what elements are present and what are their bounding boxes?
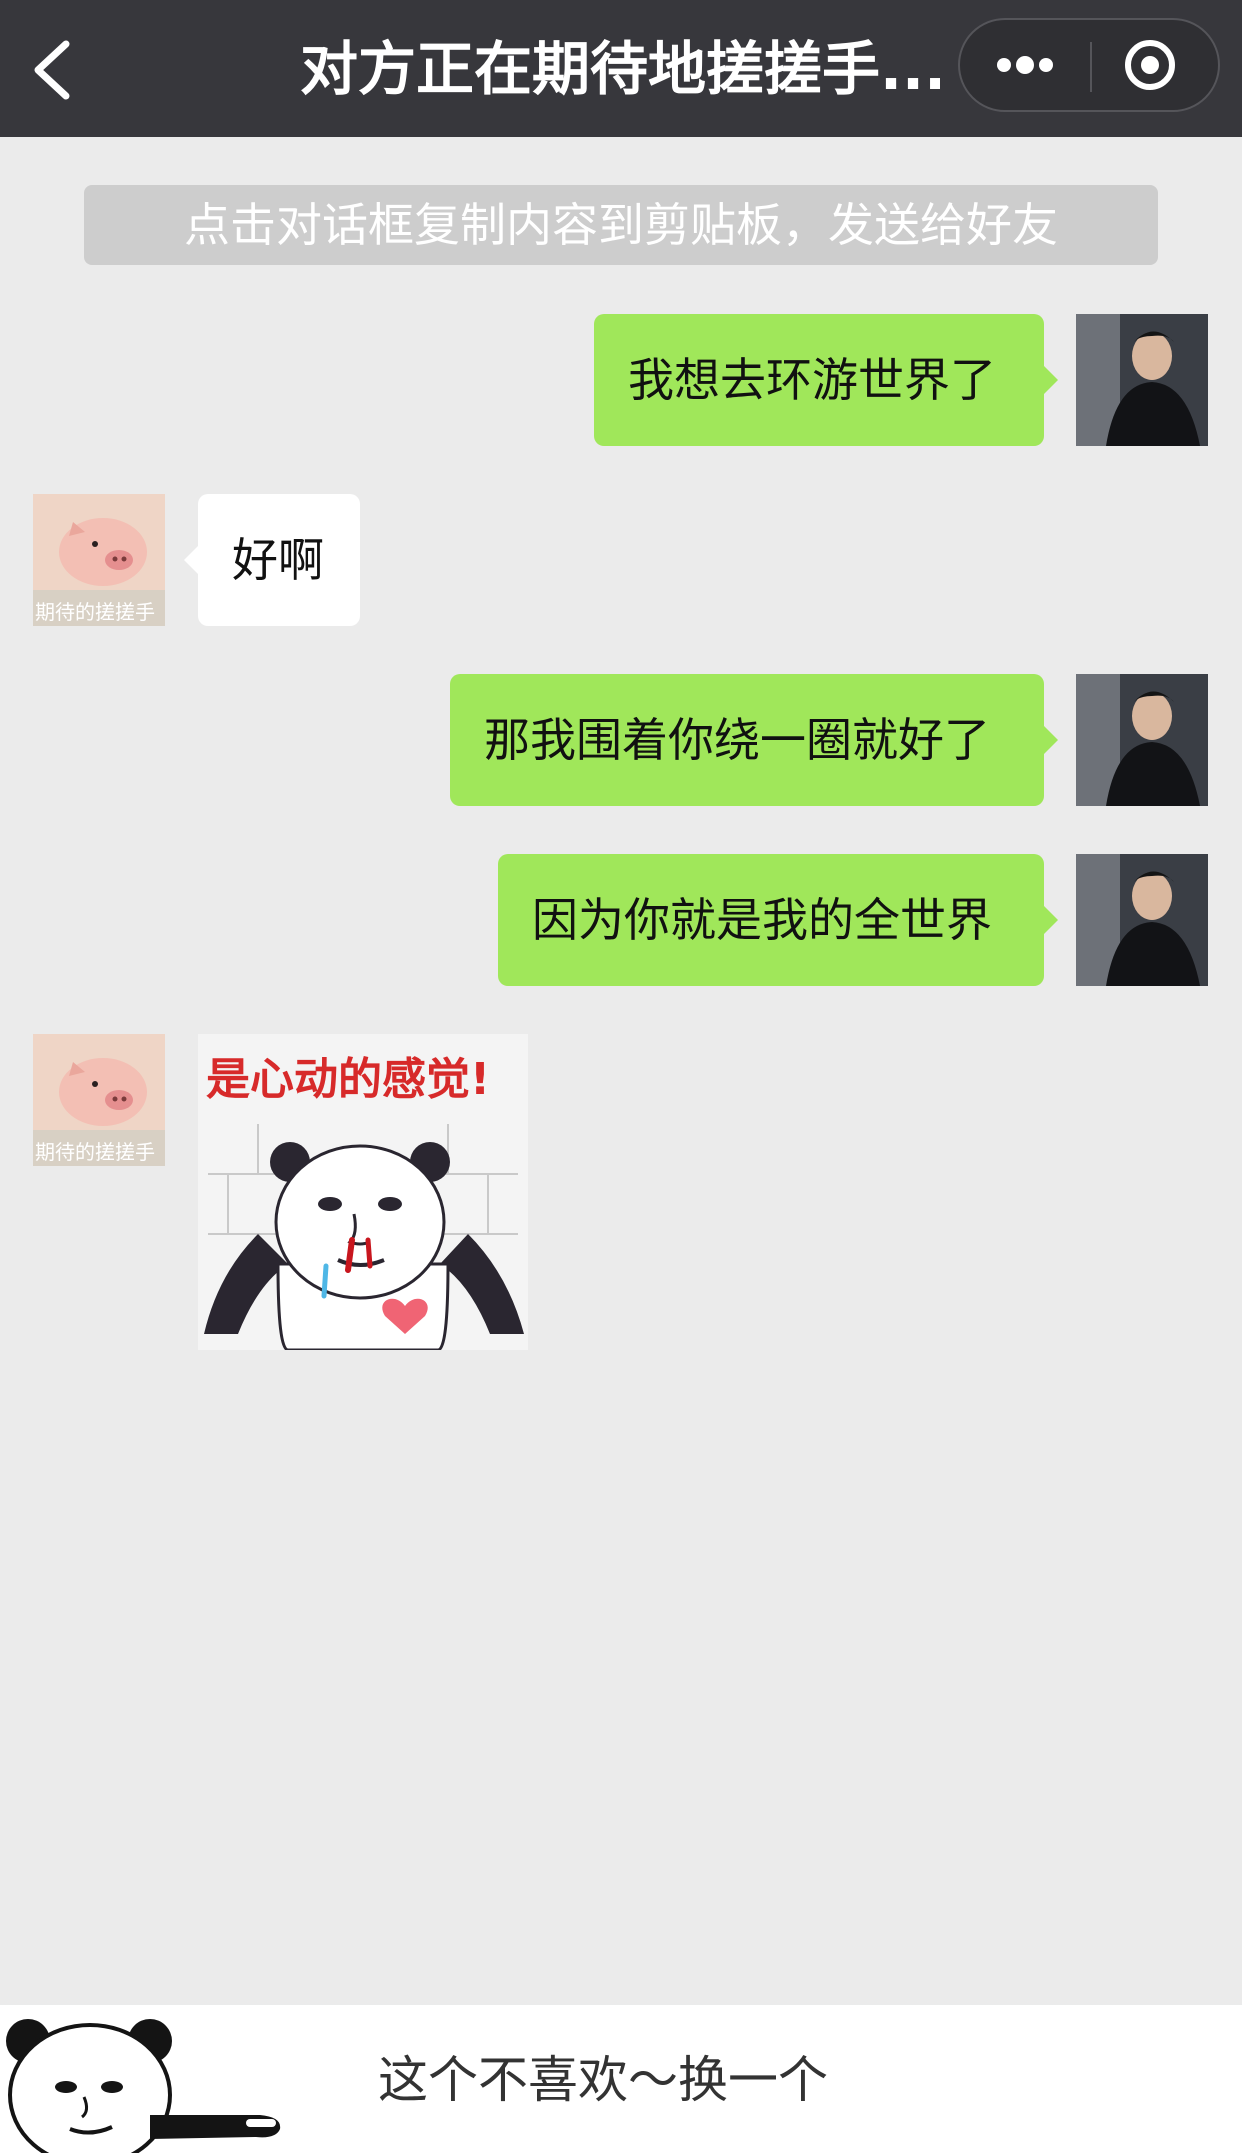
copy-tip-banner: 点击对话框复制内容到剪贴板，发送给好友 bbox=[84, 185, 1158, 265]
change-sticker-bar[interactable]: 这个不喜欢～换一个 bbox=[0, 2005, 1242, 2153]
chat-bubble-friend[interactable]: 好啊 bbox=[184, 494, 360, 626]
friend-avatar[interactable]: 期待的搓搓手 bbox=[33, 494, 165, 626]
avatar-watermark: 期待的搓搓手 bbox=[35, 1140, 155, 1164]
man-portrait-icon bbox=[1076, 854, 1208, 986]
mini-program-capsule bbox=[958, 18, 1220, 112]
page-title: 对方正在期待地搓搓手... bbox=[300, 35, 940, 103]
avatar-watermark: 期待的搓搓手 bbox=[35, 600, 155, 624]
sticker-caption: 是心动的感觉! bbox=[206, 1054, 491, 1105]
chat-bubble-self[interactable]: 那我围着你绕一圈就好了 bbox=[450, 674, 1058, 806]
chat-bubble-self[interactable]: 我想去环游世界了 bbox=[594, 314, 1058, 446]
record-circle-icon bbox=[1125, 40, 1175, 90]
pointing-panda-icon bbox=[6, 2019, 281, 2153]
chevron-left-icon bbox=[34, 40, 70, 100]
back-button[interactable] bbox=[20, 30, 90, 110]
chat-bubble-self[interactable]: 因为你就是我的全世界 bbox=[498, 854, 1058, 986]
more-dots-icon bbox=[997, 56, 1053, 74]
man-portrait-icon bbox=[1076, 314, 1208, 446]
close-button[interactable] bbox=[1092, 20, 1218, 110]
message-text: 我想去环游世界了 bbox=[628, 353, 996, 407]
more-button[interactable] bbox=[960, 20, 1090, 110]
message-text: 因为你就是我的全世界 bbox=[532, 893, 992, 947]
message-text: 那我围着你绕一圈就好了 bbox=[484, 713, 990, 767]
friend-avatar[interactable]: 期待的搓搓手 bbox=[33, 1034, 165, 1166]
self-avatar[interactable] bbox=[1076, 674, 1208, 806]
change-sticker-text: 这个不喜欢～换一个 bbox=[378, 2051, 828, 2109]
message-text: 好啊 bbox=[232, 533, 324, 587]
self-avatar[interactable] bbox=[1076, 854, 1208, 986]
sticker-message[interactable]: 是心动的感觉! bbox=[198, 1034, 528, 1350]
top-nav-bar: 对方正在期待地搓搓手... bbox=[0, 0, 1242, 137]
man-portrait-icon bbox=[1076, 674, 1208, 806]
self-avatar[interactable] bbox=[1076, 314, 1208, 446]
